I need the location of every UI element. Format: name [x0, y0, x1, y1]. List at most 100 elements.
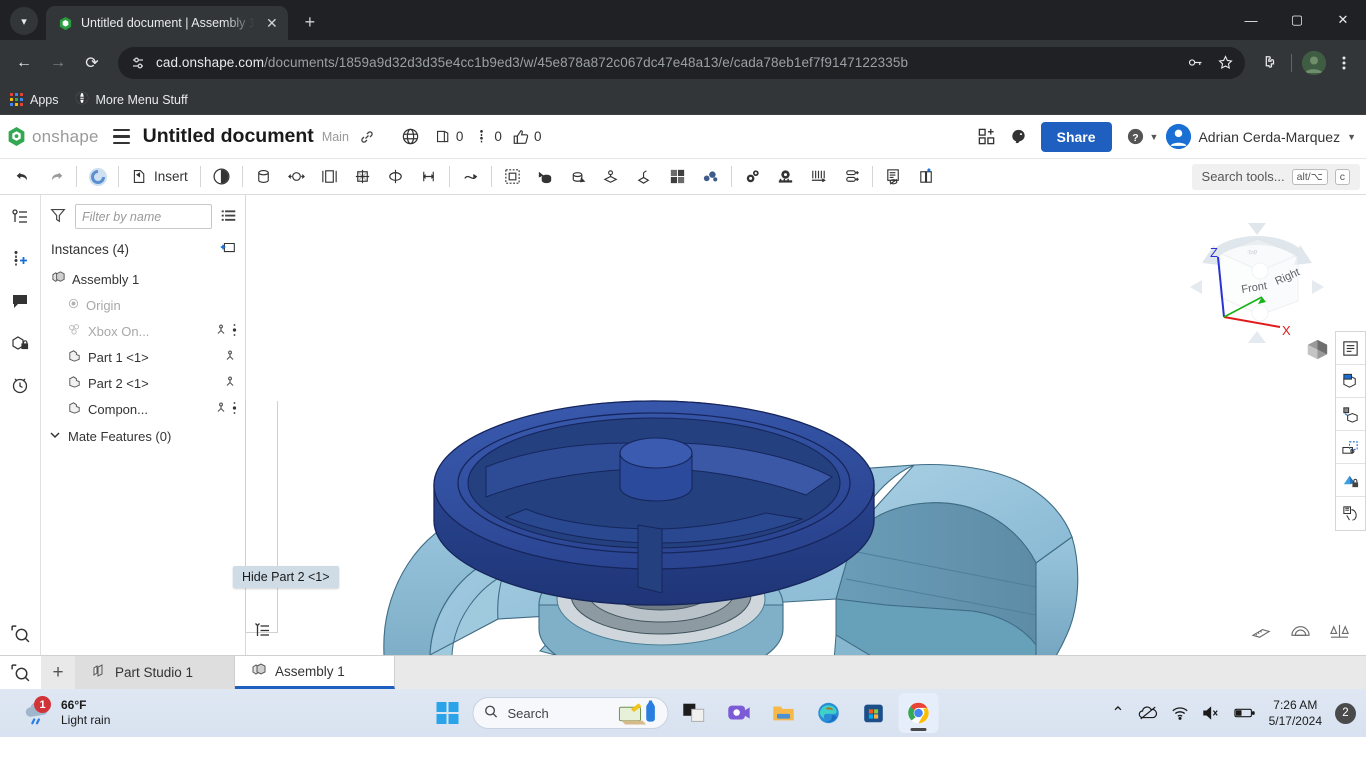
address-bar[interactable]: cad.onshape.com/documents/1859a9d32d3d35… [118, 46, 1245, 79]
volume-mute-icon[interactable] [1202, 705, 1221, 721]
profile-avatar[interactable] [1302, 50, 1326, 75]
view-cube[interactable]: Front Right Top Z X [1182, 205, 1332, 355]
display-mode-icon[interactable] [1336, 332, 1365, 365]
fastened-mate-icon[interactable] [454, 162, 487, 192]
mirror-part-icon[interactable] [628, 162, 661, 192]
zoom-search-icon[interactable] [6, 619, 34, 647]
tab-search-button[interactable]: ▾ [10, 7, 38, 35]
insert-button[interactable]: Insert [123, 162, 196, 192]
star-icon[interactable] [1211, 49, 1239, 77]
mate-features-header[interactable]: Mate Features (0) [41, 422, 245, 450]
group-icon[interactable] [496, 162, 529, 192]
minimize-icon[interactable]: — [1228, 0, 1274, 40]
tab-assembly-1[interactable]: Assembly 1 [235, 656, 395, 689]
parts-lock-icon[interactable] [6, 329, 34, 357]
add-panel-icon[interactable] [973, 123, 1001, 151]
linear-relation-icon[interactable] [835, 162, 868, 192]
close-icon[interactable]: ✕ [264, 15, 280, 31]
screw-relation-icon[interactable] [802, 162, 835, 192]
filter-input[interactable]: Filter by name [75, 204, 212, 229]
3d-viewport[interactable]: Front Right Top Z X [246, 195, 1366, 655]
versions-count[interactable]: 0 [473, 128, 502, 145]
mate-icon[interactable] [214, 323, 228, 340]
search-input[interactable]: Search [472, 697, 669, 729]
cylindrical-mate-icon[interactable] [280, 162, 313, 192]
add-mate-connector-icon[interactable] [6, 245, 34, 273]
help-icon[interactable]: ? [1122, 123, 1150, 151]
link-icon[interactable] [353, 123, 381, 151]
thumbs-up-count[interactable]: 0 [512, 128, 541, 146]
mate-icon[interactable] [214, 401, 228, 418]
brain-icon[interactable] [1005, 123, 1033, 151]
notepad-icon[interactable] [674, 693, 714, 733]
tree-item-part-2[interactable]: Part 2 <1> [41, 370, 245, 396]
wifi-icon[interactable] [1171, 705, 1189, 721]
gauge-icon[interactable] [1290, 621, 1311, 647]
windows-icon[interactable] [428, 693, 468, 733]
history-icon[interactable] [6, 371, 34, 399]
maximize-icon[interactable]: ▢ [1274, 0, 1320, 40]
bookmark-more-menu-stuff[interactable]: More Menu Stuff [75, 91, 188, 108]
hide-icon[interactable] [877, 162, 910, 192]
ruler-icon[interactable] [1251, 621, 1272, 647]
explode-icon[interactable] [694, 162, 727, 192]
insert-part-icon[interactable] [1336, 398, 1365, 431]
ball-mate-icon[interactable] [379, 162, 412, 192]
tree-item-xbox-on[interactable]: Xbox On... [41, 318, 245, 344]
comments-icon[interactable] [6, 287, 34, 315]
mate-list-icon[interactable] [248, 616, 276, 644]
onshape-logo[interactable]: onshape [6, 126, 99, 147]
chevron-down-icon[interactable] [49, 429, 61, 444]
planar-mate-icon[interactable] [346, 162, 379, 192]
clock[interactable]: 7:26 AM 5/17/2024 [1269, 697, 1322, 729]
redo-icon[interactable] [39, 162, 72, 192]
display-state-icon[interactable] [910, 162, 943, 192]
pin-slot-mate-icon[interactable] [412, 162, 445, 192]
tab-part-studio-1[interactable]: Part Studio 1 [75, 656, 235, 689]
replicate-icon[interactable] [529, 162, 562, 192]
puzzle-icon[interactable] [1255, 49, 1283, 77]
share-button[interactable]: Share [1040, 121, 1112, 152]
key-icon[interactable] [1181, 49, 1209, 77]
tune-icon[interactable] [128, 53, 148, 73]
search-tools-box[interactable]: Search tools... alt/⌥ c [1191, 163, 1360, 190]
appearance-lock-icon[interactable] [1336, 464, 1365, 497]
render-mode-icon[interactable] [1336, 365, 1365, 398]
close-window-icon[interactable]: ✕ [1320, 0, 1366, 40]
gear-relation-icon[interactable] [736, 162, 769, 192]
feature-list-icon[interactable] [6, 203, 34, 231]
three-dots-icon[interactable] [1330, 49, 1358, 77]
battery-icon[interactable] [1233, 706, 1256, 720]
revolute-mate-icon[interactable] [247, 162, 280, 192]
undo-icon[interactable] [6, 162, 39, 192]
browser-tab[interactable]: Untitled document | Assembly 1 ✕ [46, 6, 288, 40]
section-icon[interactable] [1336, 431, 1365, 464]
mate-icon[interactable] [223, 349, 237, 366]
edge-icon[interactable] [809, 693, 849, 733]
time-icon[interactable] [205, 162, 238, 192]
rack-relation-icon[interactable] [769, 162, 802, 192]
bookmark-apps[interactable]: Apps [10, 93, 59, 107]
cloud-off-icon[interactable] [1138, 704, 1158, 722]
fasten-icon[interactable] [595, 162, 628, 192]
list-icon[interactable] [220, 207, 237, 227]
add-tab-button[interactable]: + [41, 656, 75, 689]
forward-icon[interactable]: → [42, 47, 74, 79]
cube-icon[interactable] [1305, 337, 1330, 367]
tree-item-assembly-1[interactable]: Assembly 1 [41, 266, 245, 292]
weather-widget[interactable]: 1 66°F Light rain [0, 696, 110, 728]
new-tab-button[interactable]: + [296, 8, 324, 36]
measure-tool-icon[interactable] [1336, 497, 1365, 530]
folder-icon[interactable] [764, 693, 804, 733]
assemble-icon[interactable] [81, 162, 114, 192]
tabbar-zoom-search-icon[interactable] [0, 656, 41, 689]
chrome-icon[interactable] [898, 693, 939, 733]
slider-mate-icon[interactable] [313, 162, 346, 192]
notification-badge[interactable]: 2 [1335, 702, 1356, 724]
copy-count[interactable]: 0 [435, 128, 463, 145]
back-icon[interactable]: ← [8, 47, 40, 79]
tree-item-component[interactable]: Compon... [41, 396, 245, 422]
hamburger-icon[interactable] [109, 124, 135, 150]
chevron-up-icon[interactable]: ⌃ [1111, 703, 1124, 723]
store-icon[interactable] [854, 693, 894, 733]
